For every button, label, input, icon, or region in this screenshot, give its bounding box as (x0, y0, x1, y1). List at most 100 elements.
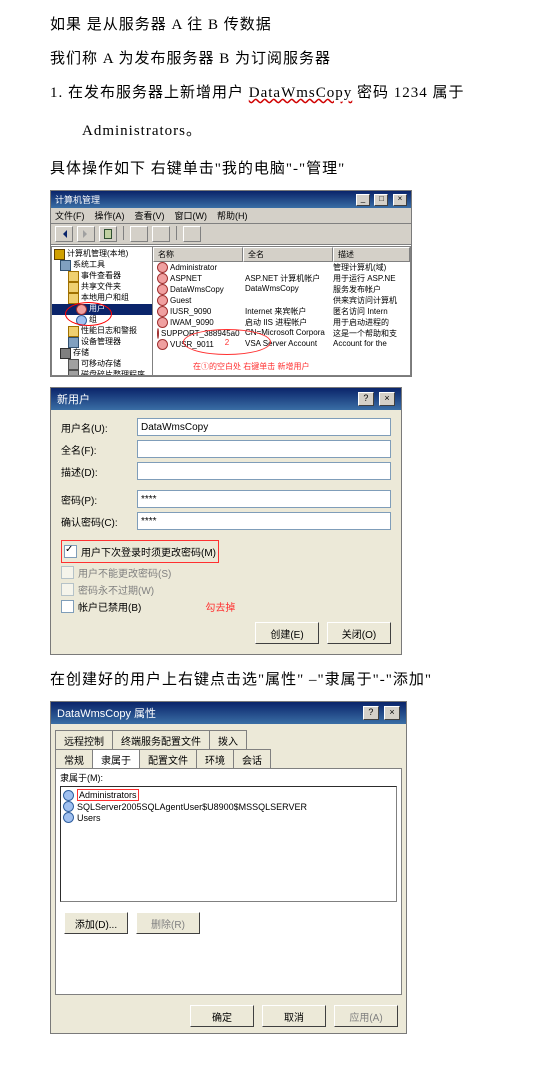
group-administrators[interactable]: Administrators (63, 789, 394, 801)
menu-action[interactable]: 操作(A) (95, 209, 125, 222)
tree-defrag[interactable]: 磁盘碎片整理程序 (52, 370, 152, 376)
checkbox-neverexpire[interactable] (61, 583, 74, 596)
list-pane[interactable]: 名称 全名 描述 Administrator管理计算机(域)ASPNETASP.… (152, 246, 411, 376)
menu-window[interactable]: 窗口(W) (175, 209, 208, 222)
close-button[interactable]: × (384, 706, 400, 720)
separator (123, 226, 124, 240)
label-desc: 描述(D): (61, 464, 137, 479)
tree-event[interactable]: 事件查看器 (52, 271, 152, 282)
minimize-button[interactable]: _ (356, 194, 370, 206)
refresh-button[interactable] (152, 226, 170, 242)
tab-env[interactable]: 环境 (196, 749, 234, 769)
checkbox-mustchange[interactable] (64, 545, 77, 558)
menubar: 文件(F) 操作(A) 查看(V) 窗口(W) 帮助(H) (51, 208, 411, 224)
properties-button[interactable] (130, 226, 148, 242)
tab-content: 隶属于(M): Administrators SQLServer2005SQLA… (55, 768, 402, 995)
list-row[interactable]: DataWmsCopyDataWmsCopy服务发布帐户 (153, 284, 410, 295)
input-username[interactable]: DataWmsCopy (137, 418, 391, 436)
create-button[interactable]: 创建(E) (255, 622, 319, 644)
tree-device[interactable]: 设备管理器 (52, 337, 152, 348)
annotation-red-text: 勾去掉 (205, 599, 235, 614)
input-desc[interactable] (137, 462, 391, 480)
toolbar (51, 224, 411, 245)
tab-dialin[interactable]: 拨入 (209, 730, 247, 750)
figure-computer-management: 计算机管理 _ □ × 文件(F) 操作(A) 查看(V) 窗口(W) 帮助(H… (50, 190, 501, 377)
tab-remote[interactable]: 远程控制 (55, 730, 113, 750)
tab-session[interactable]: 会话 (233, 749, 271, 769)
group-users[interactable]: Users (63, 812, 394, 823)
tree-perf[interactable]: 性能日志和警报 (52, 326, 152, 337)
remove-button[interactable]: 删除(R) (136, 912, 200, 934)
properties-titlebar[interactable]: DataWmsCopy 属性 ? × (51, 702, 406, 724)
input-confirm[interactable]: **** (137, 512, 391, 530)
list-row[interactable]: IWAM_9090启动 IIS 进程帐户用于启动进程的 (153, 317, 410, 328)
close-button[interactable]: × (393, 194, 407, 206)
menu-view[interactable]: 查看(V) (135, 209, 165, 222)
user-icon (157, 284, 168, 295)
group-sqlagent[interactable]: SQLServer2005SQLAgentUser$U8900$MSSQLSER… (63, 801, 394, 812)
add-button[interactable]: 添加(D)... (64, 912, 128, 934)
para-4: 在创建好的用户上右键点击选"属性" –"隶属于"-"添加" (50, 665, 501, 695)
export-button[interactable] (183, 226, 201, 242)
user-icon (157, 262, 168, 273)
cancel-button[interactable]: 取消 (262, 1005, 326, 1027)
tab-profile[interactable]: 配置文件 (139, 749, 197, 769)
disk-icon (68, 359, 79, 370)
forward-button[interactable] (77, 226, 95, 242)
list-row[interactable]: ASPNETASP.NET 计算机帐户用于运行 ASP.NE (153, 273, 410, 284)
input-fullname[interactable] (137, 440, 391, 458)
list-row[interactable]: Administrator管理计算机(域) (153, 262, 410, 273)
tree-root[interactable]: 计算机管理(本地) (52, 249, 152, 260)
list-row[interactable]: IUSR_9090Internet 来宾帐户匿名访问 Intern (153, 306, 410, 317)
step1-mid: 密码 1234 属于 (352, 85, 464, 101)
tab-general[interactable]: 常规 (55, 749, 93, 769)
group-icon (63, 801, 74, 812)
menu-file[interactable]: 文件(F) (55, 209, 85, 222)
up-button[interactable] (99, 226, 117, 242)
close-dlg-button[interactable]: 关闭(O) (327, 622, 391, 644)
user-icon (157, 317, 168, 328)
tab-memberof[interactable]: 隶属于 (92, 749, 140, 769)
group-icon (63, 812, 74, 823)
menu-help[interactable]: 帮助(H) (217, 209, 248, 222)
memberof-label: 隶属于(M): (60, 771, 397, 784)
tree-removable[interactable]: 可移动存储 (52, 359, 152, 370)
figure-new-user-dialog: 新用户 ? × 用户名(U): DataWmsCopy 全名(F): 描述(D)… (50, 387, 501, 655)
user-icon (157, 328, 159, 339)
tree-local[interactable]: 本地用户和组 (52, 293, 152, 304)
groups-listbox[interactable]: Administrators SQLServer2005SQLAgentUser… (60, 786, 397, 902)
input-password[interactable]: **** (137, 490, 391, 508)
window-titlebar[interactable]: 计算机管理 _ □ × (51, 191, 411, 208)
checkbox-disabled[interactable] (61, 600, 74, 613)
defrag-icon (68, 370, 79, 376)
window-title: 计算机管理 (55, 193, 100, 206)
tree-systools[interactable]: 系统工具 (52, 260, 152, 271)
separator (176, 226, 177, 240)
maximize-button[interactable]: □ (374, 194, 388, 206)
folder-icon (68, 271, 79, 282)
checkbox-cannotchange[interactable] (61, 566, 74, 579)
close-button[interactable]: × (379, 392, 395, 406)
annotation-circle-1 (65, 302, 112, 326)
tab-terminal[interactable]: 终端服务配置文件 (112, 730, 210, 750)
tree-pane[interactable]: 计算机管理(本地) 系统工具 事件查看器 共享文件夹 本地用户和组 用户 组 性… (51, 246, 152, 376)
datawmscopy-word: DataWmsCopy (249, 85, 352, 101)
back-button[interactable] (55, 226, 73, 242)
user-icon (157, 306, 168, 317)
col-desc[interactable]: 描述 (333, 247, 410, 262)
col-name[interactable]: 名称 (153, 247, 243, 262)
properties-title: DataWmsCopy 属性 (57, 705, 156, 721)
help-button[interactable]: ? (363, 706, 379, 720)
dialog-titlebar[interactable]: 新用户 ? × (51, 388, 401, 410)
tools-icon (60, 260, 71, 271)
col-fullname[interactable]: 全名 (243, 247, 333, 262)
folder-icon (68, 326, 79, 337)
tree-storage[interactable]: 存储 (52, 348, 152, 359)
tree-shared[interactable]: 共享文件夹 (52, 282, 152, 293)
annotation-ellipse-2: 2 (183, 329, 271, 355)
ok-button[interactable]: 确定 (190, 1005, 254, 1027)
apply-button[interactable]: 应用(A) (334, 1005, 398, 1027)
help-button[interactable]: ? (358, 392, 374, 406)
list-row[interactable]: Guest供来宾访问计算机 (153, 295, 410, 306)
tabs-row2: 常规 隶属于 配置文件 环境 会话 (51, 749, 406, 768)
